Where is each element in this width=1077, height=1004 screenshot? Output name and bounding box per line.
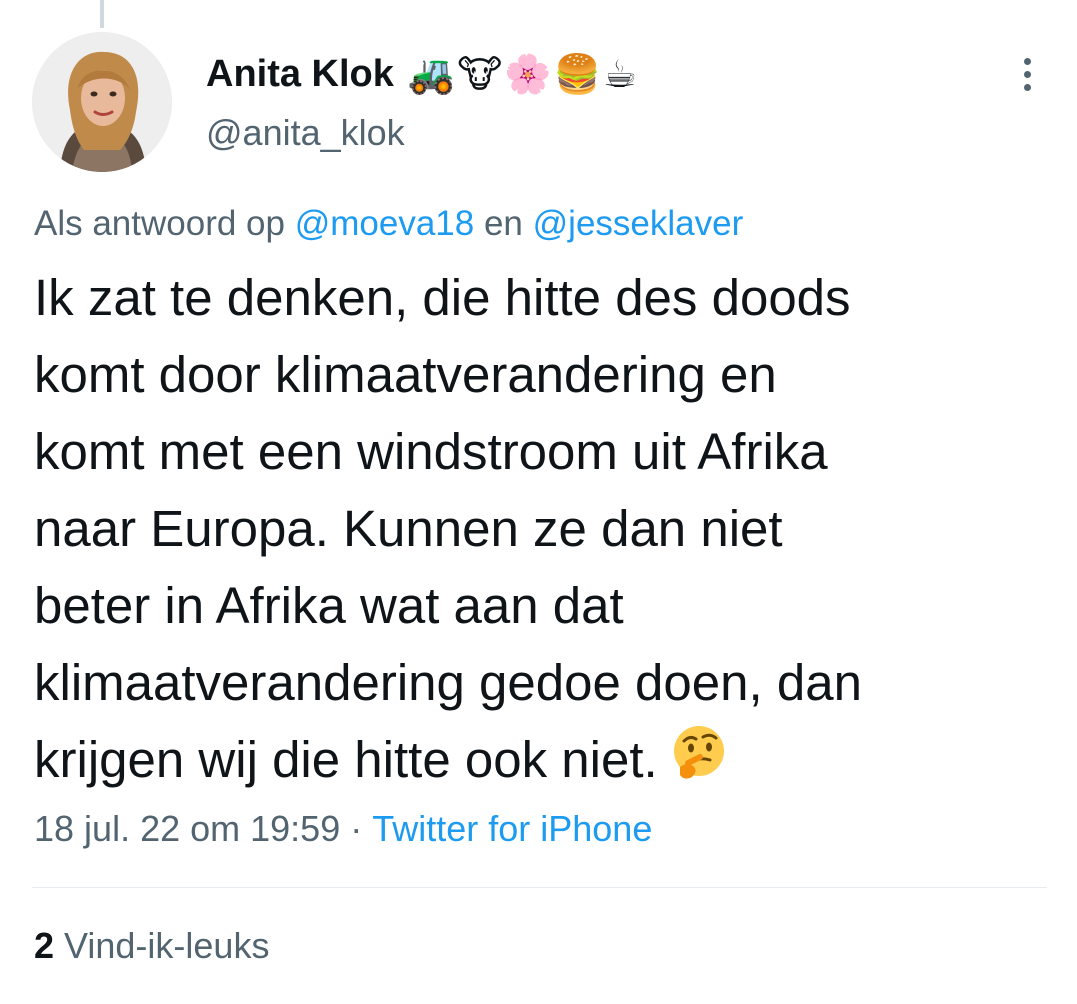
thinking-face-emoji xyxy=(670,723,728,802)
tweet-text-last-line: krijgen wij die hitte ook niet. xyxy=(34,721,1034,802)
tweet-text-line: komt met een windstroom uit Afrika xyxy=(34,423,828,480)
tweet-text-line: naar Europa. Kunnen ze dan niet xyxy=(34,500,783,557)
tweet-text-line: krijgen wij die hitte ook niet. xyxy=(34,731,658,788)
author-name-emojis: 🚜🐮🌸🍔☕ xyxy=(407,51,639,96)
reply-context-conjunction: en xyxy=(483,204,523,243)
author-name[interactable]: Anita Klok 🚜🐮🌸🍔☕ xyxy=(206,50,639,98)
more-options-button[interactable] xyxy=(1013,52,1041,96)
tweet-source-link[interactable]: Twitter for iPhone xyxy=(372,808,652,849)
tweet-text-line: Ik zat te denken, die hitte des doods xyxy=(34,269,851,326)
avatar[interactable] xyxy=(32,32,172,172)
more-vertical-icon xyxy=(1023,57,1031,65)
meta-separator: · xyxy=(350,808,363,849)
tweet-meta: 18 jul. 22 om 19:59 · Twitter for iPhone xyxy=(34,808,652,850)
tweet-text-line: klimaatverandering gedoe doen, dan xyxy=(34,654,862,711)
tweet-text-line: beter in Afrika wat aan dat xyxy=(34,577,624,634)
thread-connector-line xyxy=(100,0,104,28)
tweet-text: Ik zat te denken, die hitte des doods ko… xyxy=(34,259,1034,802)
author-handle[interactable]: @anita_klok xyxy=(206,112,405,154)
divider xyxy=(32,887,1047,888)
author-display-name[interactable]: Anita Klok xyxy=(206,53,394,96)
tweet-text-line: komt door klimaatverandering en xyxy=(34,346,777,403)
mention-link-moeva18[interactable]: @moeva18 xyxy=(295,204,475,243)
likes-stat[interactable]: 2 Vind-ik-leuks xyxy=(34,925,269,967)
mention-link-jesseklaver[interactable]: @jesseklaver xyxy=(533,204,744,243)
tweet-timestamp[interactable]: 18 jul. 22 om 19:59 xyxy=(34,808,340,849)
likes-label: Vind-ik-leuks xyxy=(64,925,270,966)
more-vertical-icon-dot xyxy=(1023,70,1031,78)
likes-count: 2 xyxy=(34,925,55,966)
reply-context: Als antwoord op @moeva18 en @jesseklaver xyxy=(34,204,743,244)
reply-context-prefix: Als antwoord op xyxy=(34,204,285,243)
avatar-image xyxy=(32,32,172,172)
more-vertical-icon-dot xyxy=(1023,83,1031,91)
